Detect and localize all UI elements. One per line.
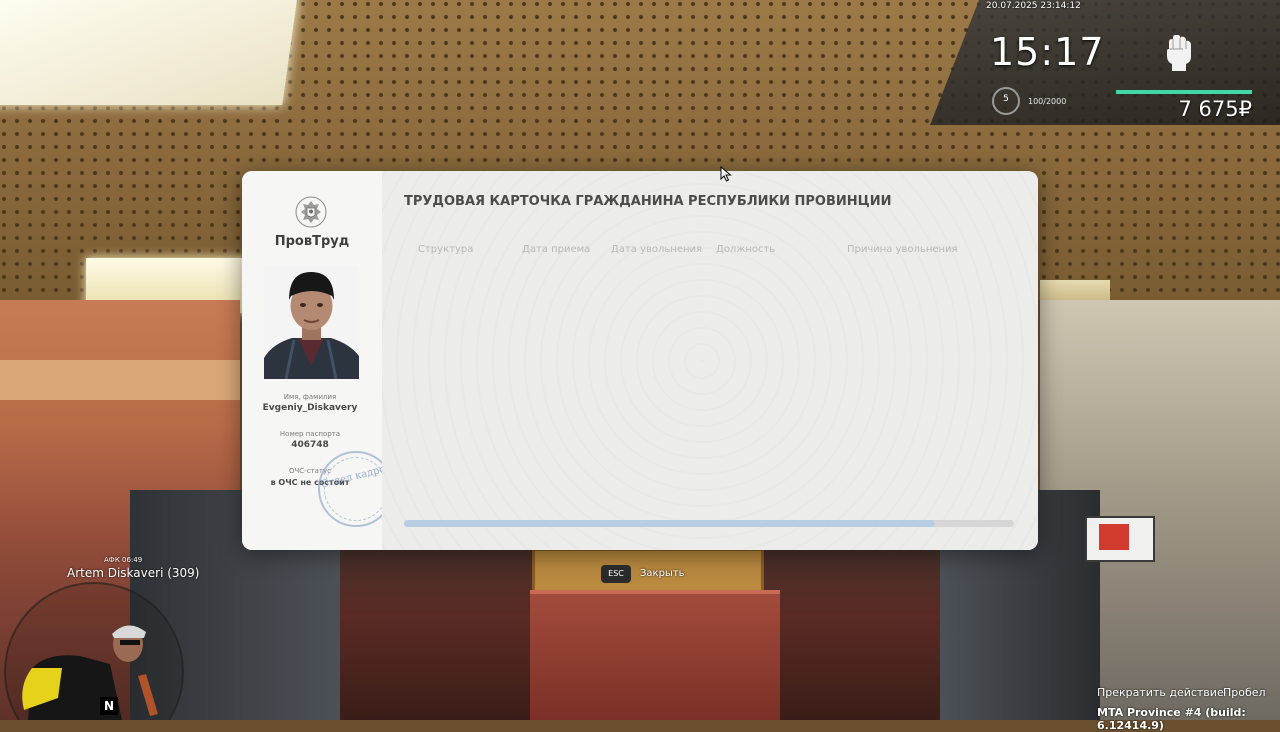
column-header-hire-date: Дата приема [522, 244, 591, 255]
column-header-dismissal-date: Дата увольнения [611, 244, 703, 255]
hud-money: 7 675₽ [1178, 97, 1252, 121]
hud-datetime: 20.07.2025 23:14:12 [986, 1, 1081, 11]
build-info: MTA Province #4 (build: 6.12414.9) [1097, 706, 1246, 732]
spacebar-hint[interactable]: Пробел [1223, 686, 1266, 699]
scrollbar-thumb[interactable] [404, 520, 935, 527]
passport-value: 406748 [291, 440, 329, 450]
citizen-photo [264, 266, 359, 379]
minimap: N [4, 582, 186, 720]
column-header-structure: Структура [418, 244, 474, 255]
ceiling-light [0, 0, 298, 105]
brand-name: ПровТруд [274, 234, 350, 249]
passport-label: Номер паспорта [279, 430, 341, 438]
employment-card-dialog: ПровТруд Имя, фамилия Evgeniy_Diskavery … [242, 171, 1038, 550]
card-title: ТРУДОВАЯ КАРТОЧКА ГРАЖДАНИНА РЕСПУБЛИКИ … [404, 194, 892, 209]
afk-timer: АФК 06:49 [104, 556, 143, 564]
player-nametag: Artem Diskaveri (309) [67, 566, 200, 580]
esc-key-hint[interactable]: ESC [601, 565, 631, 583]
column-header-dismissal-reason: Причина увольнения [847, 244, 958, 255]
column-header-position: Должность [716, 244, 776, 255]
name-label: Имя, фамилия [283, 393, 337, 401]
fist-icon [1167, 35, 1191, 71]
health-bar [1116, 90, 1252, 94]
hud-clock: 15:17 [990, 30, 1105, 74]
counter-desk [530, 590, 780, 720]
card-content: ТРУДОВАЯ КАРТОЧКА ГРАЖДАНИНА РЕСПУБЛИКИ … [382, 171, 1038, 550]
hud-level: 5 [1003, 94, 1009, 104]
left-wall-band [0, 360, 240, 400]
hud-xp: 100/2000 [1028, 97, 1067, 106]
close-label[interactable]: Закрыть [640, 568, 685, 579]
horizontal-scrollbar[interactable] [404, 520, 1014, 527]
player-character [22, 625, 158, 720]
mouse-cursor-icon [720, 166, 732, 182]
north-indicator: N [100, 697, 118, 715]
health-bar-fill [1116, 90, 1252, 94]
wall-poster [1085, 516, 1155, 562]
stop-action-hint[interactable]: Прекратить действие [1097, 686, 1224, 699]
card-sidebar: ПровТруд Имя, фамилия Evgeniy_Diskavery … [242, 171, 394, 550]
coat-of-arms-icon [295, 196, 327, 228]
name-value: Evgeniy_Diskavery [262, 403, 358, 413]
